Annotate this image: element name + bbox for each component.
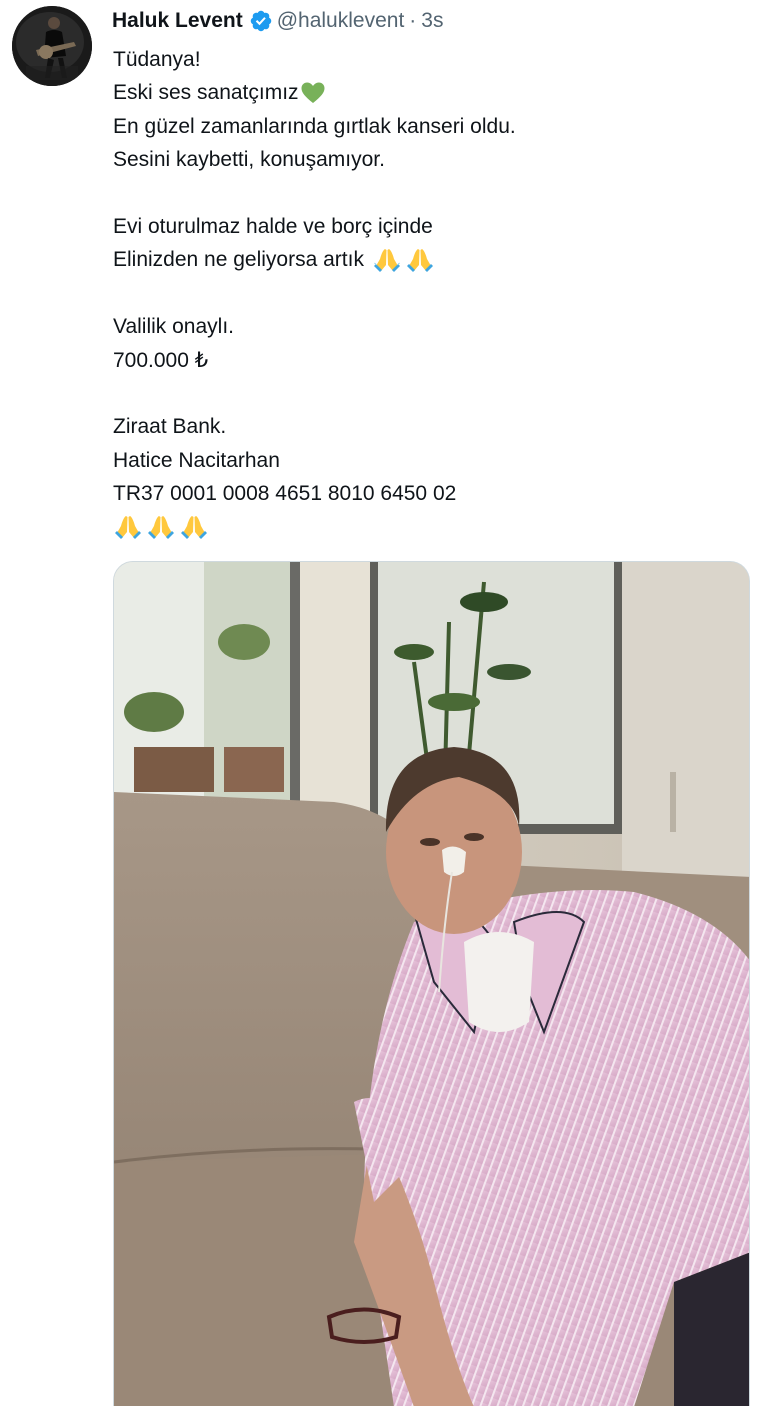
tweet-timestamp[interactable]: 3s: [421, 9, 443, 33]
verified-badge-icon: [249, 9, 273, 33]
avatar[interactable]: [12, 6, 92, 86]
line-text: Eski ses sanatçımız: [113, 81, 299, 105]
tweet-line: Eski ses sanatçımız: [113, 76, 753, 109]
folded-hands-icon: [405, 246, 435, 274]
line-text: Valilik onaylı.: [113, 315, 234, 339]
line-text: En güzel zamanlarında gırtlak kanseri ol…: [113, 114, 516, 138]
tweet-photo[interactable]: [113, 561, 750, 1406]
green-heart-icon: [300, 81, 326, 105]
line-text: Tüdanya!: [113, 48, 201, 71]
line-text: Evi oturulmaz halde ve borç içinde: [113, 214, 433, 238]
tweet-line: Hatice Nacitarhan: [113, 444, 753, 477]
folded-hands-icon: [372, 246, 402, 274]
tweet-text: Tüdanya! Eski ses sanatçımız En güzel za…: [113, 43, 753, 544]
emoji-line: [113, 510, 753, 543]
folded-hands-icon: [113, 513, 143, 541]
photo-illustration: [114, 562, 749, 1406]
display-name[interactable]: Haluk Levent: [112, 9, 243, 33]
tweet-line: Tüdanya!: [113, 43, 753, 76]
tweet-line: TR37 0001 0008 4651 8010 6450 02: [113, 477, 753, 510]
folded-hands-icon: [179, 513, 209, 541]
user-handle[interactable]: @haluklevent: [277, 9, 405, 33]
tweet: Haluk Levent @haluklevent · 3s Tüdanya! …: [0, 0, 770, 1406]
tweet-line: Evi oturulmaz halde ve borç içinde: [113, 210, 753, 243]
separator-dot: ·: [409, 9, 417, 32]
tweet-line: Sesini kaybetti, konuşamıyor.: [113, 143, 753, 176]
tweet-line: Ziraat Bank.: [113, 410, 753, 443]
line-text: TR37 0001 0008 4651 8010 6450 02: [113, 482, 457, 506]
tweet-line: Elinizden ne geliyorsa artık: [113, 243, 753, 276]
line-text: Sesini kaybetti, konuşamıyor.: [113, 148, 385, 172]
avatar-photo: [12, 6, 92, 86]
tweet-line: Valilik onaylı.: [113, 310, 753, 343]
tweet-line: 700.000 ₺: [113, 344, 753, 377]
folded-hands-icon: [146, 513, 176, 541]
tweet-line: En güzel zamanlarında gırtlak kanseri ol…: [113, 110, 753, 143]
line-text: Hatice Nacitarhan: [113, 448, 280, 472]
line-text: 700.000 ₺: [113, 348, 209, 372]
line-text: Ziraat Bank.: [113, 415, 227, 439]
line-text: Elinizden ne geliyorsa artık: [113, 248, 364, 272]
tweet-header: Haluk Levent @haluklevent · 3s: [112, 6, 443, 36]
